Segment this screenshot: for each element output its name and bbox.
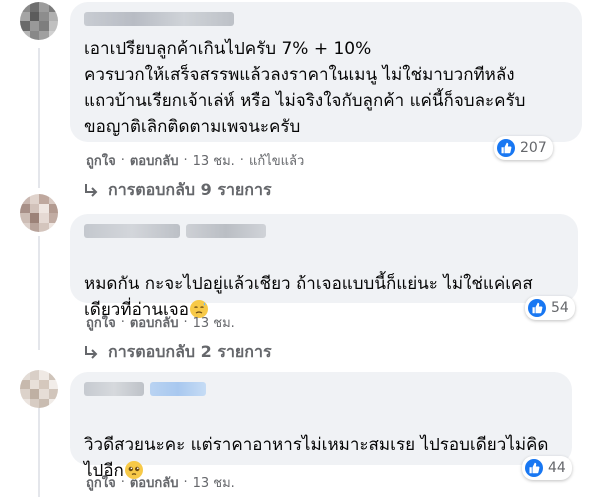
like-icon <box>497 139 515 157</box>
reaction-count: 207 <box>520 140 547 156</box>
view-replies-button[interactable]: การตอบกลับ 9 รายการ <box>82 178 272 203</box>
avatar[interactable] <box>20 194 58 232</box>
timestamp[interactable]: 13 ชม. <box>193 312 235 333</box>
reaction-count: 44 <box>548 460 566 476</box>
commenter-name-blurred[interactable] <box>186 224 266 238</box>
timestamp[interactable]: 13 ชม. <box>193 150 235 171</box>
comment-actions: ถูกใจ · ตอบกลับ · 13 ชม. <box>86 472 235 493</box>
edited-label: แก้ไขแล้ว <box>248 154 305 169</box>
timestamp[interactable]: 13 ชม. <box>193 472 235 493</box>
avatar[interactable] <box>20 2 58 40</box>
reply-arrow-icon <box>85 183 98 197</box>
like-icon <box>525 459 543 477</box>
thread-line <box>38 236 40 350</box>
commenter-name-blurred[interactable] <box>84 224 180 238</box>
commenter-name-blurred[interactable] <box>84 12 234 26</box>
comment-actions: ถูกใจ · ตอบกลับ · 13 ชม. · แก้ไขแล้ว <box>86 150 304 171</box>
commenter-name-blurred[interactable] <box>84 382 144 396</box>
replies-label: การตอบกลับ 9 รายการ <box>108 180 272 199</box>
thread-line <box>38 48 40 188</box>
like-icon <box>528 299 546 317</box>
like-button[interactable]: ถูกใจ <box>86 312 116 333</box>
reaction-badge[interactable]: 44 <box>522 456 572 480</box>
replies-label: การตอบกลับ 2 รายการ <box>108 342 272 361</box>
commenter-name-blurred[interactable] <box>150 382 206 396</box>
like-button[interactable]: ถูกใจ <box>86 472 116 493</box>
reaction-badge[interactable]: 54 <box>525 296 575 320</box>
reaction-count: 54 <box>551 300 569 316</box>
comment-actions: ถูกใจ · ตอบกลับ · 13 ชม. <box>86 312 235 333</box>
comment-text: เอาเปรียบลูกค้าเกินไปครับ 7% + 10% ควรบว… <box>84 39 526 137</box>
reaction-badge[interactable]: 207 <box>494 136 553 160</box>
avatar[interactable] <box>20 370 58 408</box>
reply-button[interactable]: ตอบกลับ <box>130 472 179 493</box>
like-button[interactable]: ถูกใจ <box>86 150 116 171</box>
reply-button[interactable]: ตอบกลับ <box>130 312 179 333</box>
reply-arrow-icon <box>85 345 98 359</box>
thread-line <box>38 402 40 497</box>
view-replies-button[interactable]: การตอบกลับ 2 รายการ <box>82 340 272 365</box>
reply-button[interactable]: ตอบกลับ <box>130 150 179 171</box>
